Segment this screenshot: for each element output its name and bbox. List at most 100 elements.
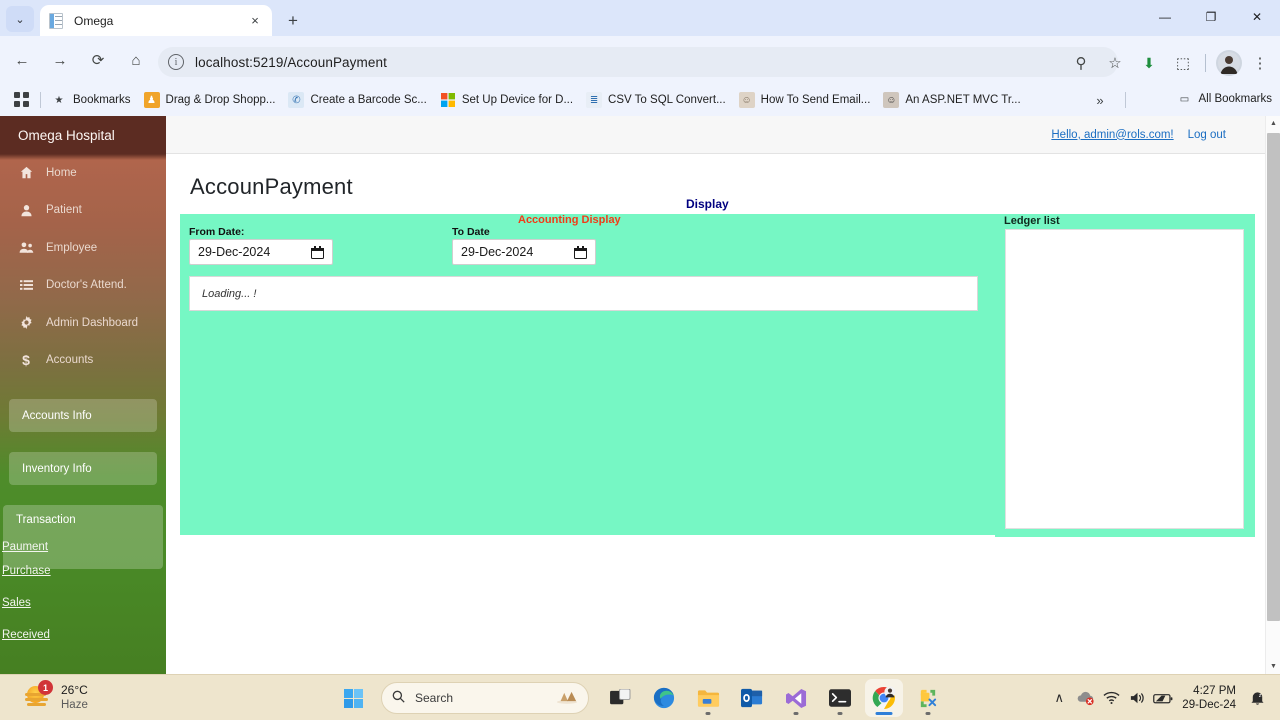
- account-greeting-link[interactable]: Hello, admin@rols.com!: [1051, 129, 1173, 141]
- taskbar-clock[interactable]: 4:27 PM 29-Dec-24: [1182, 684, 1236, 713]
- notifications-bell-icon[interactable]: z: [1244, 683, 1270, 713]
- extensions-puzzle-icon[interactable]: ⬚: [1167, 47, 1199, 79]
- close-window-button[interactable]: ✕: [1234, 0, 1280, 34]
- taskview-icon[interactable]: [601, 679, 639, 717]
- settings-tools-icon[interactable]: [909, 679, 947, 717]
- bookmark-item[interactable]: ☺ An ASP.NET MVC Tr...: [883, 92, 1021, 108]
- calendar-icon[interactable]: [311, 245, 324, 259]
- display-link[interactable]: Display: [686, 197, 729, 211]
- close-icon[interactable]: ×: [246, 12, 264, 30]
- profile-avatar[interactable]: [1216, 50, 1242, 76]
- sidebar-item-doctors-attend[interactable]: Doctor's Attend.: [0, 267, 166, 305]
- address-bar[interactable]: i localhost:5219/AccounPayment: [158, 47, 1118, 77]
- sidebar-link-received[interactable]: Received: [2, 629, 166, 641]
- accounting-panel: Accounting Display From Date: 29-Dec-202…: [180, 214, 996, 535]
- volume-icon[interactable]: [1124, 683, 1150, 713]
- forward-icon[interactable]: →: [44, 44, 76, 76]
- bookmark-star-icon[interactable]: ☆: [1099, 47, 1131, 79]
- calendar-icon[interactable]: [574, 245, 587, 259]
- search-icon: [392, 690, 405, 706]
- search-icon[interactable]: ⚲: [1065, 47, 1097, 79]
- scroll-up-arrow-icon[interactable]: ▲: [1266, 116, 1280, 131]
- visual-studio-icon[interactable]: [777, 679, 815, 717]
- sidebar-item-employee[interactable]: Employee: [0, 229, 166, 267]
- minimize-button[interactable]: —: [1142, 0, 1188, 34]
- sidebar-link-payment[interactable]: Paument: [0, 526, 166, 553]
- bookmarks-bar: ★ Bookmarks ♟ Drag & Drop Shopp... ✆ Cre…: [0, 84, 1280, 116]
- dollar-icon: $: [22, 352, 30, 369]
- logout-link[interactable]: Log out: [1188, 129, 1226, 141]
- tab-omega[interactable]: Omega ×: [40, 5, 272, 36]
- bookmarks-divider: [40, 92, 41, 108]
- ledger-list-box[interactable]: [1005, 229, 1244, 529]
- clock-date: 29-Dec-24: [1182, 699, 1236, 711]
- bookmark-item[interactable]: ✆ Create a Barcode Sc...: [288, 92, 427, 108]
- folder-icon: ▭: [1179, 93, 1190, 105]
- site-icon: ☺: [738, 92, 755, 108]
- sidebar-item-patient[interactable]: Patient: [0, 192, 166, 230]
- bookmark-item[interactable]: ☺ How To Send Email...: [738, 92, 870, 108]
- site-icon: ♟: [143, 92, 160, 108]
- onedrive-icon[interactable]: [1072, 683, 1098, 713]
- bookmark-item[interactable]: ♟ Drag & Drop Shopp...: [143, 92, 276, 108]
- reload-icon[interactable]: ⟳: [82, 44, 114, 76]
- svg-text:z: z: [1258, 693, 1261, 699]
- google-chrome-icon[interactable]: [865, 679, 903, 717]
- download-icon[interactable]: ⬇: [1133, 47, 1165, 79]
- window-controls: — ❐ ✕: [1140, 0, 1280, 34]
- sidebar-item-label: Admin Dashboard: [46, 316, 139, 329]
- outlook-icon[interactable]: [733, 679, 771, 717]
- weather-widget[interactable]: 1 26°C Haze: [24, 680, 88, 712]
- terminal-icon[interactable]: [821, 679, 859, 717]
- sidebar-item-home[interactable]: Home: [0, 154, 166, 192]
- bookmark-item[interactable]: ★ Bookmarks: [51, 92, 131, 108]
- microsoft-icon: [440, 92, 456, 108]
- battery-icon[interactable]: [1150, 683, 1176, 713]
- loading-text: Loading... !: [202, 287, 257, 300]
- bookmark-item[interactable]: Set Up Device for D...: [440, 92, 573, 108]
- page-scrollbar[interactable]: ▲ ▼: [1265, 116, 1280, 674]
- browser-menu-icon[interactable]: ⋮: [1244, 47, 1276, 79]
- to-date-input[interactable]: 29-Dec-2024: [452, 239, 596, 265]
- ledger-list-label: Ledger list: [1004, 215, 1060, 227]
- maximize-button[interactable]: ❐: [1188, 0, 1234, 34]
- bookmarks-overflow-icon[interactable]: »: [1090, 91, 1110, 109]
- microsoft-edge-icon[interactable]: [645, 679, 683, 717]
- site-icon: ☺: [883, 92, 900, 108]
- new-tab-button[interactable]: +: [281, 8, 305, 32]
- person-icon: [16, 204, 36, 217]
- ledger-panel: Ledger list: [995, 214, 1255, 537]
- document-icon: [48, 12, 64, 29]
- site-info-icon[interactable]: i: [168, 54, 184, 70]
- scrollbar-thumb[interactable]: [1267, 133, 1280, 621]
- wifi-icon[interactable]: [1098, 683, 1124, 713]
- sidebar-item-accounts[interactable]: $ Accounts: [0, 342, 166, 380]
- apps-grid-icon[interactable]: [14, 92, 30, 108]
- site-icon: ✆: [288, 92, 305, 108]
- back-icon[interactable]: ←: [6, 44, 38, 76]
- sidebar-link-sales[interactable]: Sales: [2, 597, 166, 609]
- tray-expand-chevron-icon[interactable]: ∧: [1046, 683, 1072, 713]
- sidebar-section-transaction[interactable]: Transaction: [0, 505, 166, 526]
- sidebar-section-label: Accounts Info: [22, 409, 92, 422]
- start-button[interactable]: [334, 679, 372, 717]
- home-icon[interactable]: ⌂: [120, 44, 152, 76]
- chevron-down-icon: ⌄: [15, 13, 25, 26]
- main-content: Hello, admin@rols.com! Log out AccounPay…: [166, 116, 1266, 674]
- sidebar-section-inventory-info[interactable]: Inventory Info: [9, 452, 157, 485]
- scroll-down-arrow-icon[interactable]: ▼: [1266, 659, 1280, 674]
- sidebar-section-accounts-info[interactable]: Accounts Info: [9, 399, 157, 432]
- bookmark-label: CSV To SQL Convert...: [608, 94, 726, 106]
- sidebar-transaction-links: Purchase Sales Received: [0, 565, 166, 641]
- sidebar-transaction-group: Transaction Paument: [0, 505, 166, 569]
- sidebar-item-admin-dashboard[interactable]: Admin Dashboard: [0, 304, 166, 342]
- tab-search-chevron-icon[interactable]: ⌄: [6, 6, 34, 32]
- bookmark-item[interactable]: ≣ CSV To SQL Convert...: [586, 92, 726, 108]
- from-date-input[interactable]: 29-Dec-2024: [189, 239, 333, 265]
- file-explorer-icon[interactable]: [689, 679, 727, 717]
- taskbar-search[interactable]: Search: [381, 682, 589, 714]
- system-tray: ∧ 4:27 PM 29-Dec-24 z: [1046, 680, 1270, 716]
- bookmark-label: Drag & Drop Shopp...: [165, 94, 276, 106]
- toolbar-actions: ⚲ ☆ ⬇ ⬚ ⋮: [1063, 47, 1276, 79]
- all-bookmarks-button[interactable]: ▭ All Bookmarks: [1177, 91, 1272, 107]
